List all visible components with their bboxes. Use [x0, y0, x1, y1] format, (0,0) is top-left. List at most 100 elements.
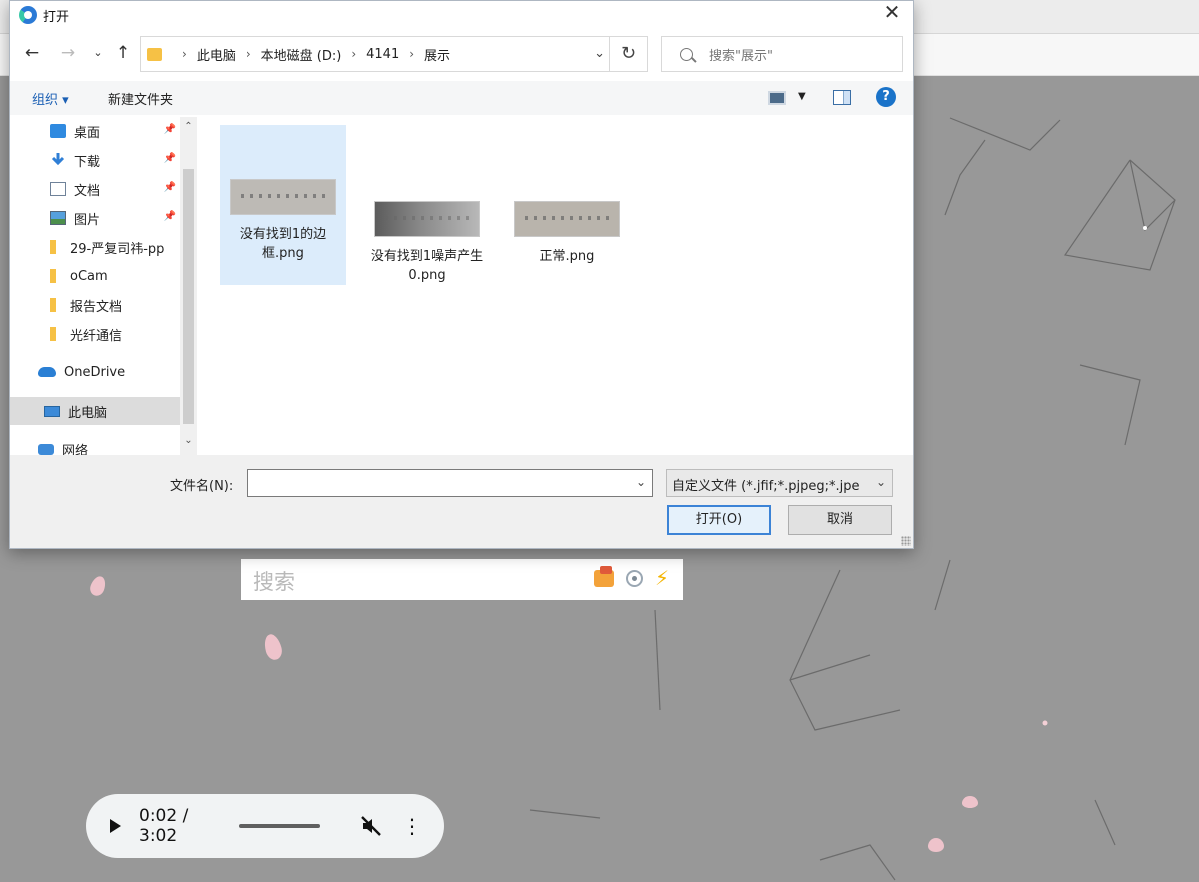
file-thumbnail [514, 201, 620, 237]
sidebar-item-label: OneDrive [64, 364, 126, 380]
folder-icon [50, 327, 56, 341]
audio-player: 0:02 / 3:02 ⋮ [86, 794, 444, 858]
folder-icon [50, 269, 56, 283]
network-icon [38, 443, 54, 455]
up-arrow-icon[interactable]: ↑ [113, 43, 133, 63]
sidebar-item-desktop[interactable]: 桌面 📌 [10, 117, 180, 145]
file-item[interactable]: 正常.png [504, 125, 630, 285]
folder-search-placeholder: 搜索"展示" [709, 48, 773, 64]
address-dropdown-icon[interactable]: ⌄ [594, 46, 605, 61]
sidebar-item-label: 此电脑 [68, 405, 108, 421]
document-icon [50, 182, 66, 196]
background-search-box[interactable]: 搜索 ⚡ [241, 559, 683, 600]
pin-icon: 📌 [163, 153, 176, 164]
resize-grip-icon[interactable] [901, 536, 911, 546]
mute-icon[interactable] [360, 815, 382, 837]
scroll-up-icon[interactable]: ⌃ [183, 121, 194, 132]
target-icon[interactable] [625, 569, 643, 587]
folder-search-input[interactable]: 搜索"展示" [661, 36, 903, 72]
breadcrumb-item[interactable]: 本地磁盘 (D:) [261, 45, 342, 64]
file-thumbnail [230, 179, 336, 215]
view-mode-icon[interactable] [768, 91, 786, 105]
file-list: 没有找到1的边框.png 没有找到1噪声产生0.png 正常.png [198, 117, 913, 455]
pin-icon: 📌 [163, 124, 176, 135]
sidebar-item-pictures[interactable]: 图片 📌 [10, 204, 180, 232]
desktop-icon [50, 124, 66, 138]
back-arrow-icon[interactable]: ← [22, 43, 42, 63]
navigation-bar: ← → ⌄ ↑ › 此电脑 › 本地磁盘 (D:) › 4141 › 展示 ⌄ … [10, 34, 913, 74]
sidebar-item-label: 光纤通信 [70, 328, 123, 344]
sidebar-item-network[interactable]: 网络 [10, 435, 180, 455]
dialog-footer: 文件名(N): ⌄ 自定义文件 (*.jfif;*.pjpeg;*.jpe ⌄ … [10, 455, 913, 548]
sidebar-item-label: 29-严复司祎-pp [70, 241, 165, 257]
file-item[interactable]: 没有找到1的边框.png [220, 125, 346, 285]
new-folder-button[interactable]: 新建文件夹 [108, 89, 173, 108]
recent-locations-chevron-icon[interactable]: ⌄ [88, 46, 108, 59]
folder-icon [147, 47, 162, 61]
play-icon[interactable] [110, 819, 121, 833]
sidebar-scrollbar[interactable]: ⌃ ⌄ [180, 117, 197, 455]
preview-pane-icon[interactable] [833, 90, 851, 105]
sidebar-item-reports[interactable]: 报告文档 [10, 291, 180, 319]
filetype-dropdown-icon: ⌄ [875, 475, 886, 489]
cancel-button[interactable]: 取消 [788, 505, 892, 535]
breadcrumb-item[interactable]: 此电脑 [197, 45, 236, 64]
refresh-icon[interactable]: ↻ [609, 37, 647, 71]
background-search-placeholder: 搜索 [253, 570, 295, 594]
cloud-icon [38, 367, 56, 377]
breadcrumb-item[interactable]: 4141 [366, 47, 399, 62]
filename-input[interactable]: ⌄ [247, 469, 653, 497]
dialog-titlebar: 打开 ✕ [10, 1, 913, 29]
filename-dropdown-icon[interactable]: ⌄ [636, 475, 646, 489]
folder-icon [50, 298, 56, 312]
dialog-title: 打开 [43, 9, 70, 25]
sidebar-item-label: 网络 [62, 443, 89, 456]
close-button[interactable]: ✕ [881, 1, 903, 23]
filetype-select[interactable]: 自定义文件 (*.jfif;*.pjpeg;*.jpe ⌄ [666, 469, 893, 497]
sidebar-item-ocam[interactable]: oCam [10, 262, 180, 290]
pin-icon: 📌 [163, 182, 176, 193]
sidebar-item-label: 图片 [74, 212, 101, 228]
organize-menu[interactable]: 组织 ▾ [32, 89, 69, 108]
breadcrumb-item[interactable]: 展示 [424, 45, 450, 64]
search-icon [680, 47, 693, 61]
sidebar-item-onedrive[interactable]: OneDrive [10, 358, 180, 386]
sidebar-item-fiber[interactable]: 光纤通信 [10, 320, 180, 348]
sidebar-item-documents[interactable]: 文档 📌 [10, 175, 180, 203]
navigation-pane: 桌面 📌 下载 📌 文档 📌 图片 📌 29-严复司祎-pp oCam 报告文档… [10, 117, 198, 455]
open-button[interactable]: 打开(O) [667, 505, 771, 535]
petal-decoration [928, 838, 944, 852]
folder-image-icon[interactable] [593, 565, 614, 587]
file-item[interactable]: 没有找到1噪声产生0.png [364, 125, 490, 285]
pin-icon: 📌 [163, 211, 176, 222]
help-icon[interactable]: ? [876, 87, 896, 107]
sidebar-item-downloads[interactable]: 下载 📌 [10, 146, 180, 174]
filetype-value: 自定义文件 (*.jfif;*.pjpeg;*.jpe [672, 479, 860, 494]
download-icon [50, 153, 66, 167]
breadcrumb: › 此电脑 › 本地磁盘 (D:) › 4141 › 展示 [182, 45, 451, 64]
computer-icon [44, 405, 60, 417]
sidebar-item-label: 下载 [74, 154, 101, 170]
more-options-icon[interactable]: ⋮ [402, 816, 422, 836]
sidebar-item-label: 报告文档 [70, 299, 123, 315]
view-dropdown-icon[interactable]: ▼ [798, 91, 806, 102]
audio-progress-slider[interactable] [238, 824, 320, 828]
edge-logo-icon [19, 6, 37, 24]
sidebar-item-label: oCam [70, 268, 108, 284]
scrollbar-thumb[interactable] [183, 169, 194, 424]
forward-arrow-icon[interactable]: → [58, 43, 78, 63]
audio-time: 0:02 / 3:02 [139, 806, 189, 846]
file-name: 没有找到1噪声产生0.png [370, 249, 484, 283]
petal-decoration [962, 796, 978, 808]
sidebar-item-this-pc[interactable]: 此电脑 [10, 397, 180, 425]
folder-icon [50, 240, 56, 254]
dialog-toolbar: 组织 ▾ 新建文件夹 ▼ ? [10, 81, 913, 115]
scroll-down-icon[interactable]: ⌄ [183, 435, 194, 446]
filename-label: 文件名(N): [170, 479, 234, 494]
lightning-icon[interactable]: ⚡ [655, 568, 669, 588]
file-name: 正常.png [539, 249, 595, 264]
file-name: 没有找到1的边框.png [239, 227, 327, 261]
pictures-icon [50, 211, 66, 225]
address-bar[interactable]: › 此电脑 › 本地磁盘 (D:) › 4141 › 展示 ⌄ ↻ [140, 36, 648, 72]
sidebar-item-folder[interactable]: 29-严复司祎-pp [10, 233, 180, 261]
